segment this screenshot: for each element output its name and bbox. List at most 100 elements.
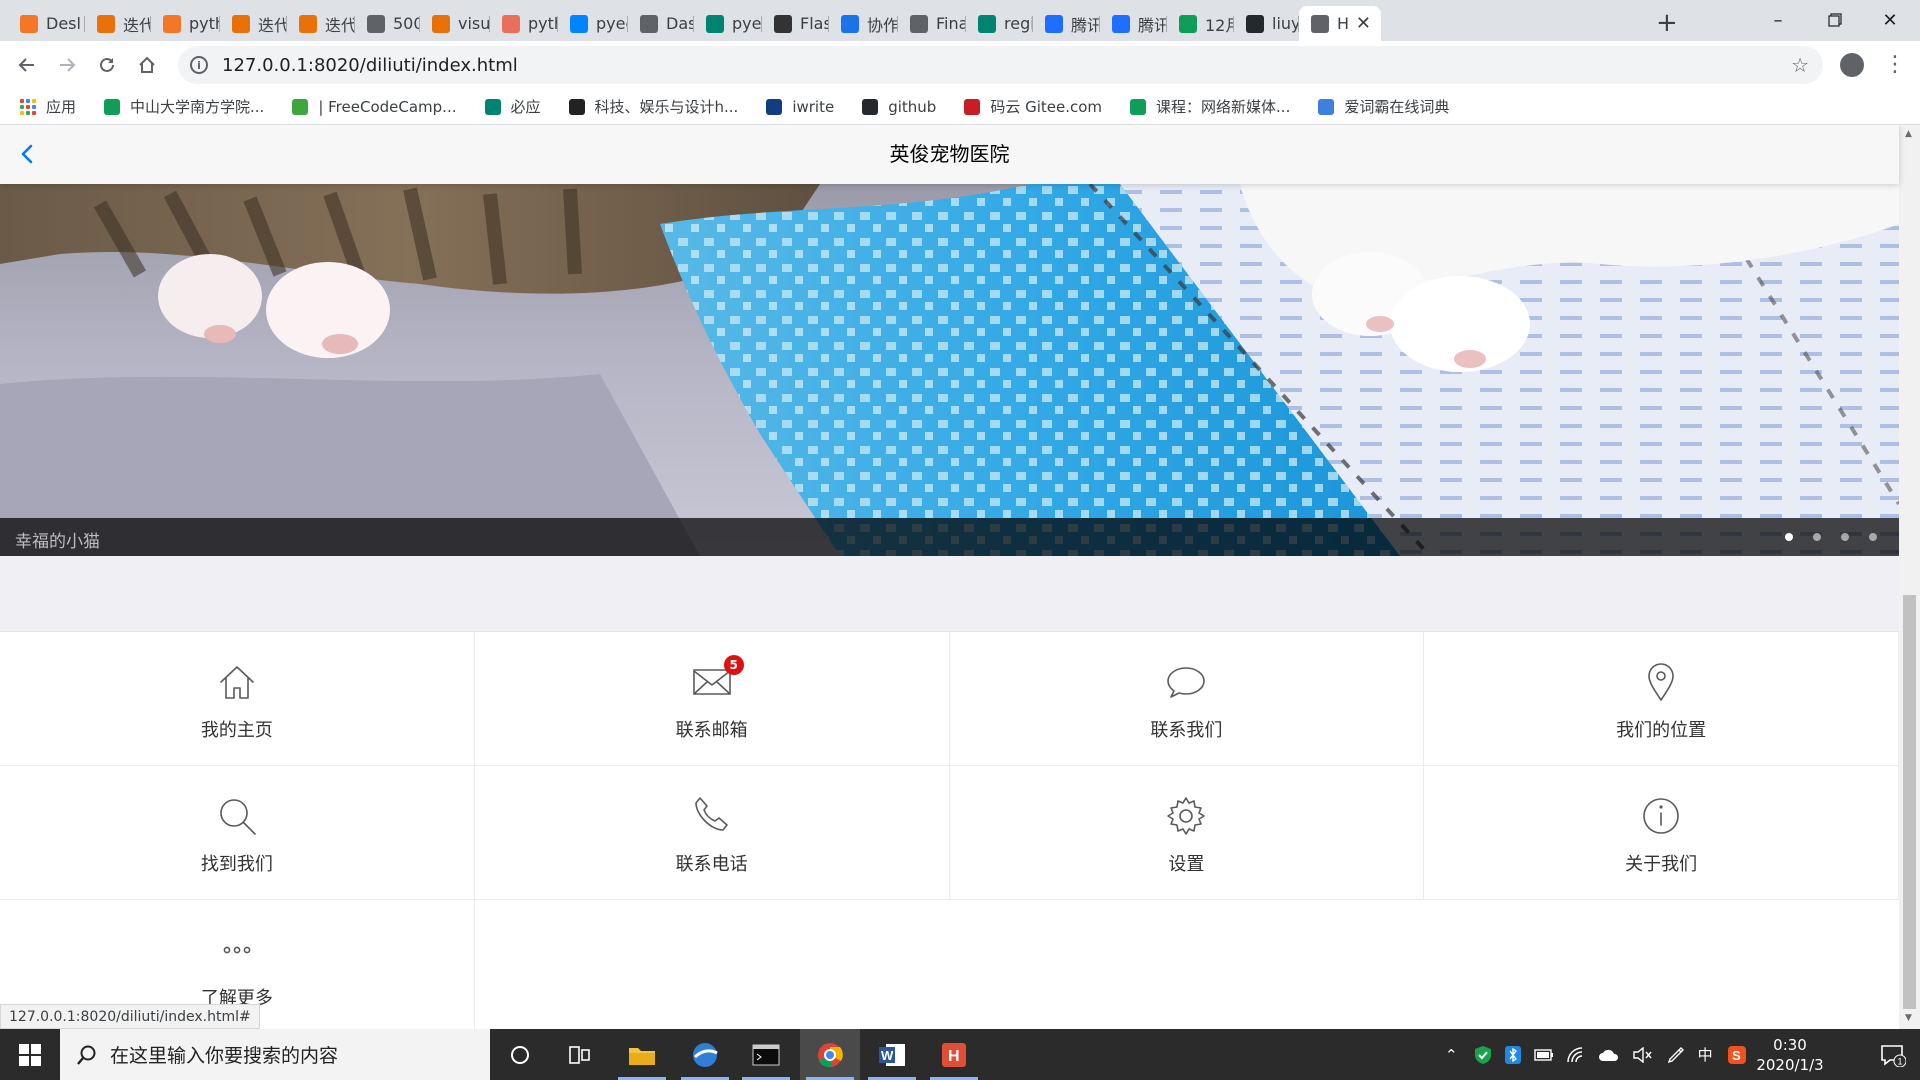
browser-tab-label: Desl [46, 14, 81, 33]
browser-tab[interactable]: 迭代 [287, 6, 355, 41]
file-explorer-icon[interactable] [612, 1029, 672, 1080]
browser-tab[interactable]: 协作 [829, 6, 898, 41]
forward-nav-icon[interactable] [53, 51, 81, 79]
browser-tab[interactable]: pyth [151, 6, 220, 41]
browser-tab[interactable]: regi [966, 6, 1033, 41]
taskbar-search-text[interactable]: 在这里输入你要搜索的内容 [110, 1041, 338, 1068]
browser-tab[interactable]: Desl [8, 6, 85, 41]
action-center-icon[interactable]: 1 [1865, 1029, 1920, 1080]
jianshu-icon [502, 14, 520, 33]
bookmark-item[interactable]: github [862, 98, 936, 116]
word-icon[interactable]: W [862, 1029, 922, 1080]
terminal-icon[interactable] [736, 1029, 796, 1080]
hbuilder-icon[interactable]: H [924, 1029, 984, 1080]
gitee-icon [964, 98, 981, 115]
taskbar-clock[interactable]: 0:30 2020/1/3 [1745, 1035, 1835, 1075]
browser-tab[interactable]: Flasl [762, 6, 829, 41]
cortana-icon[interactable] [490, 1029, 550, 1080]
address-bar[interactable]: i 127.0.0.1:8020/diliuti/index.html ☆ [178, 46, 1823, 84]
slider-dot[interactable] [1841, 533, 1849, 541]
scrollbar-thumb[interactable] [1903, 595, 1916, 1009]
wifi-icon[interactable] [1566, 1046, 1586, 1064]
note-icon [97, 14, 115, 33]
grid-item[interactable]: 联系我们 [949, 632, 1425, 766]
volume-muted-icon[interactable] [1632, 1046, 1652, 1063]
bookmark-item[interactable]: 中山大学南方学院... [104, 96, 264, 117]
bookmark-item[interactable]: 码云 Gitee.com [964, 96, 1102, 117]
scroll-down-icon[interactable]: ▼ [1905, 1013, 1912, 1023]
windows-start-icon[interactable] [0, 1029, 60, 1080]
browser-tab[interactable]: liuyu [1234, 6, 1299, 41]
browser-tab[interactable]: 12月 [1167, 6, 1234, 41]
grid-item[interactable]: 5 联系邮箱 [474, 632, 950, 766]
browser-icon[interactable] [675, 1029, 735, 1080]
site-info-icon[interactable]: i [190, 56, 208, 74]
browser-tab[interactable]: 腾讯 [1100, 6, 1167, 41]
slider-dot[interactable] [1813, 533, 1821, 541]
browser-tab[interactable]: pyec [558, 6, 628, 41]
battery-icon[interactable] [1533, 1048, 1554, 1062]
browser-tab[interactable]: pyth [490, 6, 558, 41]
reload-icon[interactable] [93, 51, 121, 79]
bookmark-item[interactable]: 课程：网络新媒体... [1130, 96, 1290, 117]
grid-item[interactable]: 找到我们 [0, 766, 475, 900]
sogou-ime-icon[interactable]: S [1727, 1045, 1747, 1065]
grid-item[interactable]: 我的主页 [0, 632, 475, 766]
browser-tab[interactable]: 迭代 [220, 6, 287, 41]
pen-icon[interactable] [1666, 1045, 1686, 1065]
browser-tab-label: regi [1004, 14, 1033, 33]
home-nav-icon[interactable] [133, 51, 161, 79]
page-viewport: 英俊宠物医院 幸福的小猫 我的主页 5 联系邮箱 联系我们 我们的位置 找到我们… [0, 125, 1920, 1029]
restore-button[interactable] [1805, 4, 1865, 36]
image-slider[interactable]: 幸福的小猫 [0, 184, 1899, 556]
grid-row: 我的主页 5 联系邮箱 联系我们 我们的位置 [0, 632, 1899, 766]
tab-close-icon[interactable]: ✕ [1356, 13, 1371, 34]
taskbar-search-box[interactable]: 在这里输入你要搜索的内容 [60, 1029, 490, 1080]
bookmark-item[interactable]: 爱词霸在线词典 [1318, 96, 1449, 117]
bookmark-star-icon[interactable]: ☆ [1791, 53, 1809, 77]
browser-tab[interactable]: Dasl [628, 6, 694, 41]
tray-expand-icon[interactable]: ⌃ [1445, 1046, 1458, 1064]
browser-tab-label: 协作 [867, 15, 898, 35]
bookmark-item[interactable]: | FreeCodeCamp... [292, 98, 457, 116]
slider-dot[interactable] [1785, 533, 1793, 541]
browser-tab[interactable]: pyec [694, 6, 762, 41]
grid-item[interactable]: 设置 [949, 766, 1425, 900]
onedrive-icon[interactable] [1598, 1048, 1620, 1062]
scroll-up-icon[interactable]: ▲ [1905, 129, 1912, 139]
new-tab-button[interactable]: + [1656, 8, 1678, 38]
svg-text:W: W [881, 1048, 894, 1063]
bookmark-item[interactable]: 必应 [484, 96, 541, 117]
info-icon [1643, 798, 1679, 834]
grid-item[interactable]: 我们的位置 [1424, 632, 1899, 766]
grid-item[interactable]: 关于我们 [1424, 766, 1899, 900]
browser-toolbar: i 127.0.0.1:8020/diliuti/index.html ☆ ⋮ [0, 41, 1920, 89]
grid-item-label: 联系电话 [675, 854, 748, 875]
minimize-button[interactable]: – [1748, 4, 1808, 36]
task-view-icon[interactable] [550, 1029, 610, 1080]
bluetooth-icon[interactable] [1504, 1045, 1522, 1065]
grid-item[interactable]: 联系电话 [474, 766, 950, 900]
bookmark-item[interactable]: 应用 [20, 96, 76, 117]
scrollbar[interactable]: ▲ ▼ [1899, 125, 1920, 1029]
tencent-doc-icon [1045, 14, 1063, 33]
address-url[interactable]: 127.0.0.1:8020/diliuti/index.html [222, 55, 518, 76]
browser-tab-label: 迭代 [258, 15, 287, 35]
ime-indicator[interactable]: 中 [1698, 1044, 1713, 1065]
browser-menu-icon[interactable]: ⋮ [1884, 51, 1906, 79]
security-shield-icon[interactable] [1474, 1045, 1492, 1065]
profile-avatar[interactable] [1840, 53, 1864, 77]
bookmark-item[interactable]: iwrite [766, 98, 834, 116]
back-nav-icon[interactable] [13, 51, 41, 79]
browser-tab[interactable]: 迭代 [85, 6, 151, 41]
browser-tab[interactable]: visu [420, 6, 490, 41]
browser-tab[interactable]: 腾讯 [1033, 6, 1100, 41]
browser-tab[interactable]: 500 [355, 6, 420, 41]
globe-icon [910, 14, 928, 33]
browser-tab[interactable]: H ✕ [1299, 6, 1381, 41]
bookmark-item[interactable]: 科技、娱乐与设计h... [568, 96, 738, 117]
slider-dot[interactable] [1869, 533, 1877, 541]
browser-tab[interactable]: Fina [898, 6, 966, 41]
window-close-button[interactable]: ✕ [1860, 4, 1920, 36]
chrome-icon[interactable] [800, 1029, 860, 1080]
